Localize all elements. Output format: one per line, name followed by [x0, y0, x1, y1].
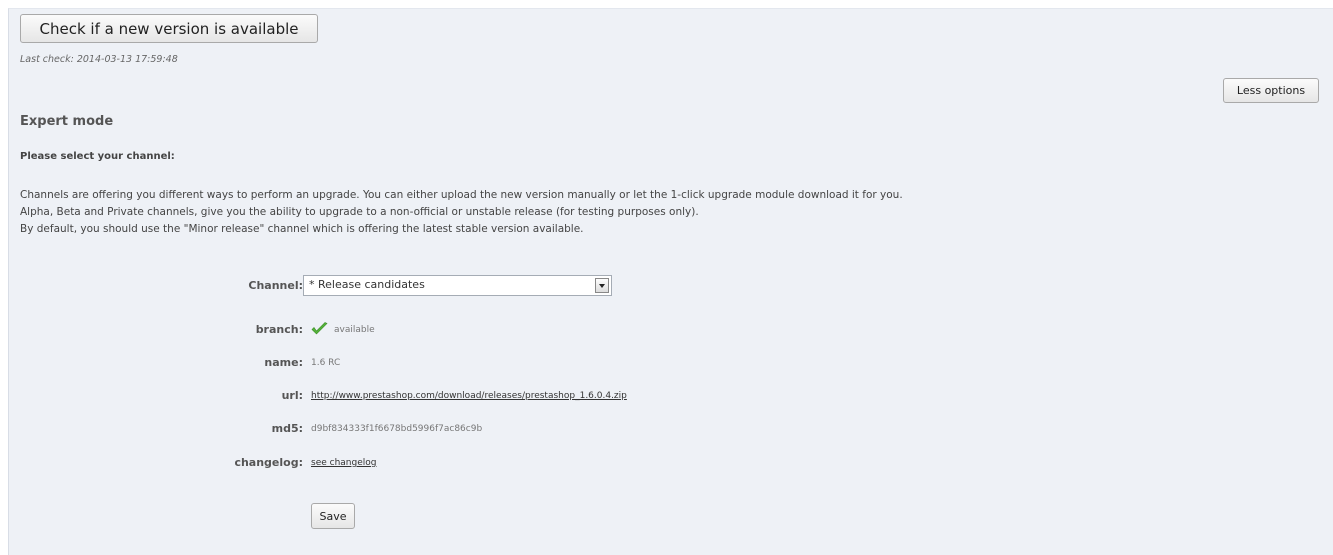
md5-value: d9bf834333f1f6678bd5996f7ac86c9b [311, 424, 483, 434]
changelog-label: changelog: [234, 456, 303, 469]
channel-selected-value: * Release candidates [309, 278, 425, 291]
check-new-version-button[interactable]: Check if a new version is available [20, 14, 318, 43]
chevron-down-icon[interactable] [595, 278, 609, 293]
select-channel-heading: Please select your channel: [20, 151, 175, 162]
description-line: By default, you should use the "Minor re… [20, 223, 584, 235]
url-row: url: http://www.prestashop.com/download/… [9, 385, 909, 407]
branch-value: available [334, 325, 375, 335]
expert-mode-title: Expert mode [20, 114, 114, 129]
less-options-button[interactable]: Less options [1223, 78, 1319, 103]
description-line: Channels are offering you different ways… [20, 189, 903, 201]
changelog-value-wrap: see changelog [311, 452, 376, 474]
check-icon [311, 321, 328, 334]
branch-value-wrap: available [311, 319, 375, 341]
see-changelog-link[interactable]: see changelog [311, 458, 376, 468]
md5-label: md5: [271, 422, 303, 435]
last-check-text: Last check: 2014-03-13 17:59:48 [20, 54, 178, 65]
name-value: 1.6 RC [311, 358, 341, 368]
channel-label: Channel: [248, 279, 303, 292]
save-button[interactable]: Save [311, 503, 355, 529]
branch-row: branch: available [9, 319, 909, 341]
upgrade-panel: Check if a new version is available Last… [8, 8, 1333, 555]
url-label: url: [281, 389, 303, 402]
md5-row: md5: d9bf834333f1f6678bd5996f7ac86c9b [9, 418, 909, 440]
url-value-wrap: http://www.prestashop.com/download/relea… [311, 385, 627, 407]
url-link[interactable]: http://www.prestashop.com/download/relea… [311, 391, 627, 401]
description-line: Alpha, Beta and Private channels, give y… [20, 206, 699, 218]
channel-select[interactable]: * Release candidates [303, 275, 612, 296]
changelog-row: changelog: see changelog [9, 452, 909, 474]
name-row: name: 1.6 RC [9, 352, 909, 374]
name-label: name: [264, 356, 303, 369]
branch-label: branch: [255, 323, 303, 336]
channel-description: Channels are offering you different ways… [20, 187, 1220, 238]
